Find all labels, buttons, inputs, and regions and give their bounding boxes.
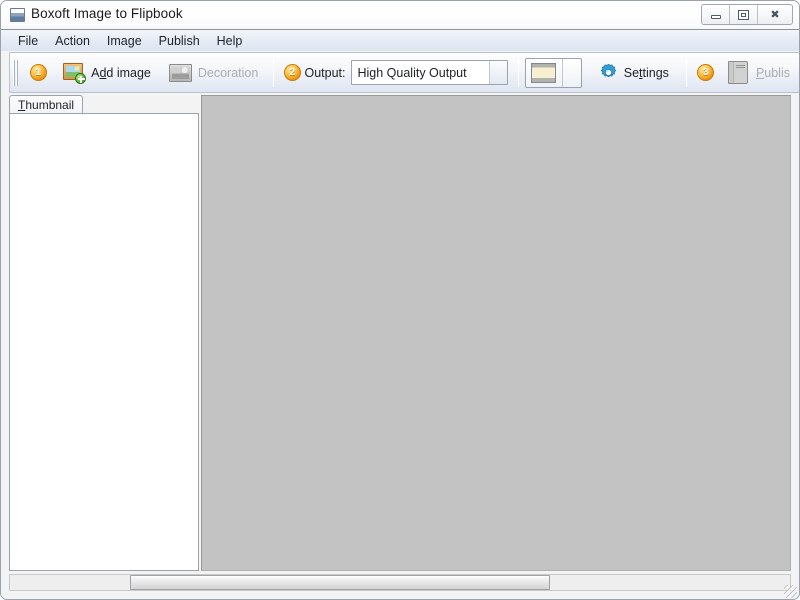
application-window: Boxoft Image to Flipbook ✖ File Action I… [0, 0, 800, 600]
tabstrip-filler [83, 96, 199, 114]
tab-thumbnail[interactable]: Thumbnail [9, 95, 84, 114]
gear-icon [599, 63, 618, 82]
menu-bar: File Action Image Publish Help [1, 31, 799, 51]
add-image-button[interactable]: Add image [54, 58, 160, 88]
main-toolbar: 1 Add image Decoration 2 Output: High Qu… [9, 52, 799, 93]
thumbnail-tabstrip: Thumbnail [9, 95, 199, 114]
step-1-badge: 1 [29, 64, 47, 81]
menu-item-image[interactable]: Image [99, 32, 151, 50]
horizontal-scroll-thumb[interactable] [130, 575, 550, 590]
thumbnail-panel: Thumbnail [9, 95, 199, 571]
settings-label: Settings [623, 65, 669, 80]
book-icon [727, 60, 750, 85]
output-quality-chevron-down-icon[interactable] [488, 61, 507, 84]
menu-item-help[interactable]: Help [209, 32, 252, 50]
settings-button[interactable]: Settings [590, 58, 678, 88]
toolbar-separator-1 [273, 58, 275, 87]
add-image-label: Add image [91, 65, 151, 80]
title-bar: Boxoft Image to Flipbook ✖ [1, 1, 799, 30]
window-title: Boxoft Image to Flipbook [31, 6, 183, 21]
output-quality-select[interactable]: High Quality Output [351, 60, 508, 85]
toolbar-separator-3 [685, 58, 687, 87]
add-image-icon [63, 62, 87, 84]
toolbar-drag-handle[interactable] [12, 59, 19, 86]
close-icon: ✖ [770, 8, 780, 21]
horizontal-scrollbar[interactable] [9, 574, 791, 591]
minimize-icon [702, 5, 729, 24]
toolbar-separator-2 [517, 58, 519, 87]
decoration-label: Decoration [197, 65, 259, 80]
menu-item-file[interactable]: File [10, 32, 47, 50]
output-quality-value: High Quality Output [357, 65, 467, 80]
maximize-button[interactable] [730, 5, 758, 24]
menu-item-publish[interactable]: Publish [151, 32, 209, 50]
output-label: Output: [304, 65, 346, 80]
app-window-icon [10, 8, 25, 22]
menu-item-action[interactable]: Action [47, 32, 99, 50]
step-3-badge-wrap: 3 [693, 64, 719, 81]
step-1-badge-wrap: 1 [23, 64, 55, 81]
resize-grip[interactable] [784, 585, 797, 598]
close-button[interactable]: ✖ [758, 5, 792, 24]
template-select-button[interactable] [524, 57, 582, 88]
step-2-badge: 2 [283, 64, 301, 81]
step-2-badge-wrap: 2 [280, 64, 304, 81]
publish-button[interactable]: Publis [719, 58, 799, 88]
publish-label: Publis [755, 65, 790, 80]
template-chevron-down-icon[interactable] [561, 58, 581, 87]
decoration-button[interactable]: Decoration [160, 58, 267, 88]
preview-workspace[interactable] [201, 95, 791, 571]
step-3-badge: 3 [697, 64, 715, 81]
minimize-button[interactable] [702, 5, 730, 24]
window-controls: ✖ [701, 4, 793, 25]
thumbnail-list[interactable] [9, 113, 199, 571]
page-template-icon [526, 59, 562, 87]
decoration-icon [168, 63, 192, 82]
maximize-icon [730, 5, 757, 24]
